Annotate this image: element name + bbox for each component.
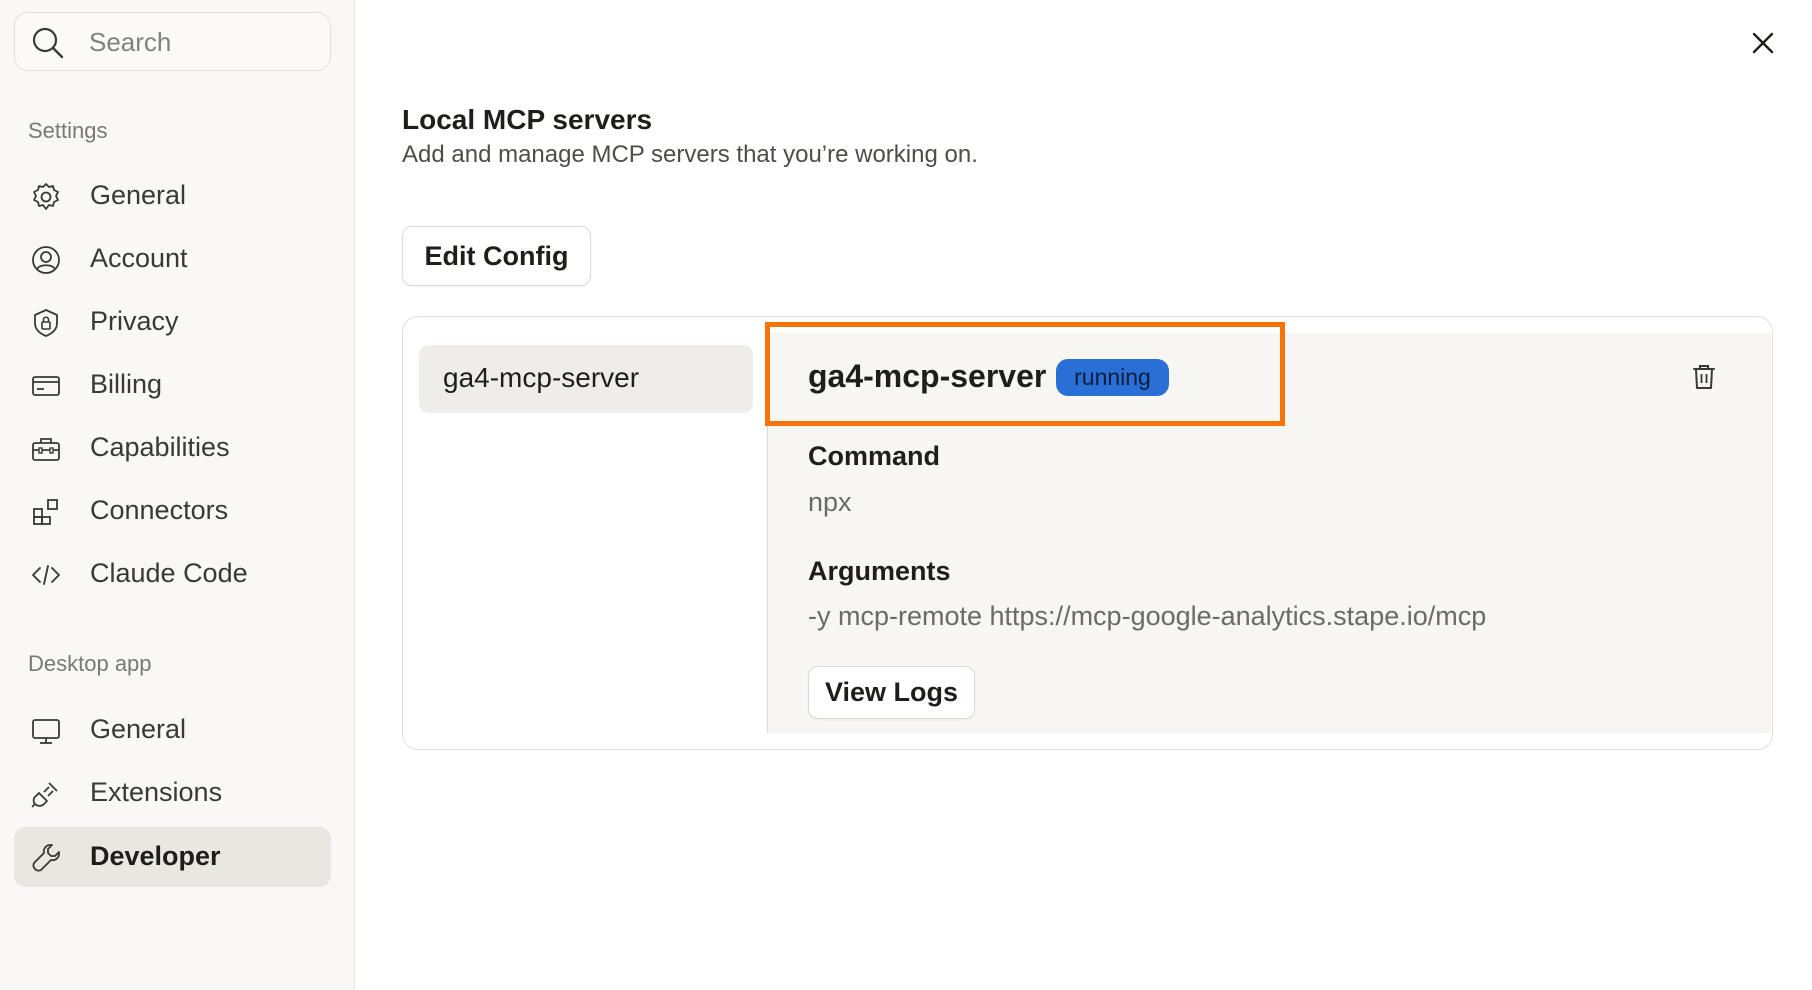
sidebar-item-account[interactable]: Account xyxy=(14,229,331,289)
sidebar: Settings General Account Privacy xyxy=(0,0,355,990)
sidebar-item-label: Claude Code xyxy=(90,558,248,588)
search-input[interactable] xyxy=(89,23,319,61)
monitor-icon xyxy=(32,719,60,744)
edit-config-button[interactable]: Edit Config xyxy=(402,226,591,286)
sidebar-item-desktop-general[interactable]: General xyxy=(14,700,331,760)
server-name: ga4-mcp-server xyxy=(808,358,1047,394)
view-logs-button[interactable]: View Logs xyxy=(808,666,975,719)
sidebar-item-label: Privacy xyxy=(90,306,179,336)
sidebar-item-label: Billing xyxy=(90,369,163,399)
arguments-value: -y mcp-remote https://mcp-google-analyti… xyxy=(808,601,1487,631)
sidebar-item-label: General xyxy=(90,180,187,210)
toolbox-icon xyxy=(32,438,60,461)
search-icon xyxy=(32,27,64,59)
settings-section-label: Settings xyxy=(28,118,108,143)
sidebar-item-extensions[interactable]: Extensions xyxy=(14,763,331,823)
sidebar-item-label: Extensions xyxy=(90,777,223,807)
credit-card-icon xyxy=(32,376,60,396)
blocks-icon xyxy=(33,499,58,525)
desktop-section-label: Desktop app xyxy=(28,651,152,676)
arguments-label: Arguments xyxy=(808,556,951,586)
user-circle-icon xyxy=(32,246,60,274)
command-value: npx xyxy=(808,487,852,517)
sidebar-item-general[interactable]: General xyxy=(14,166,331,226)
settings-window: Settings General Account Privacy xyxy=(0,0,1812,990)
sidebar-item-capabilities[interactable]: Capabilities xyxy=(14,418,331,478)
sidebar-item-label: Account xyxy=(90,243,188,273)
command-label: Command xyxy=(808,441,941,471)
shield-lock-icon xyxy=(34,309,58,337)
server-list-item[interactable]: ga4-mcp-server xyxy=(419,345,753,413)
gear-icon xyxy=(33,183,59,210)
sidebar-item-billing[interactable]: Billing xyxy=(14,355,331,415)
status-badge: running xyxy=(1056,359,1169,396)
server-list-item-label: ga4-mcp-server xyxy=(443,362,640,393)
wrench-icon xyxy=(32,844,60,872)
plug-icon xyxy=(31,782,58,808)
sidebar-item-connectors[interactable]: Connectors xyxy=(14,481,331,541)
trash-icon[interactable] xyxy=(1690,362,1718,392)
sidebar-item-privacy[interactable]: Privacy xyxy=(14,292,331,352)
close-icon[interactable] xyxy=(1746,26,1780,60)
page-title: Local MCP servers xyxy=(402,104,653,135)
search-box[interactable] xyxy=(14,12,331,71)
sidebar-item-label: Connectors xyxy=(90,495,229,525)
code-icon xyxy=(32,565,60,585)
sidebar-item-label: Capabilities xyxy=(90,432,230,462)
page-subtitle: Add and manage MCP servers that you’re w… xyxy=(402,141,978,168)
sidebar-item-label: Developer xyxy=(90,841,221,871)
sidebar-item-developer[interactable]: Developer xyxy=(14,827,331,887)
sidebar-item-claude-code[interactable]: Claude Code xyxy=(14,544,331,604)
sidebar-item-label: General xyxy=(90,714,187,744)
